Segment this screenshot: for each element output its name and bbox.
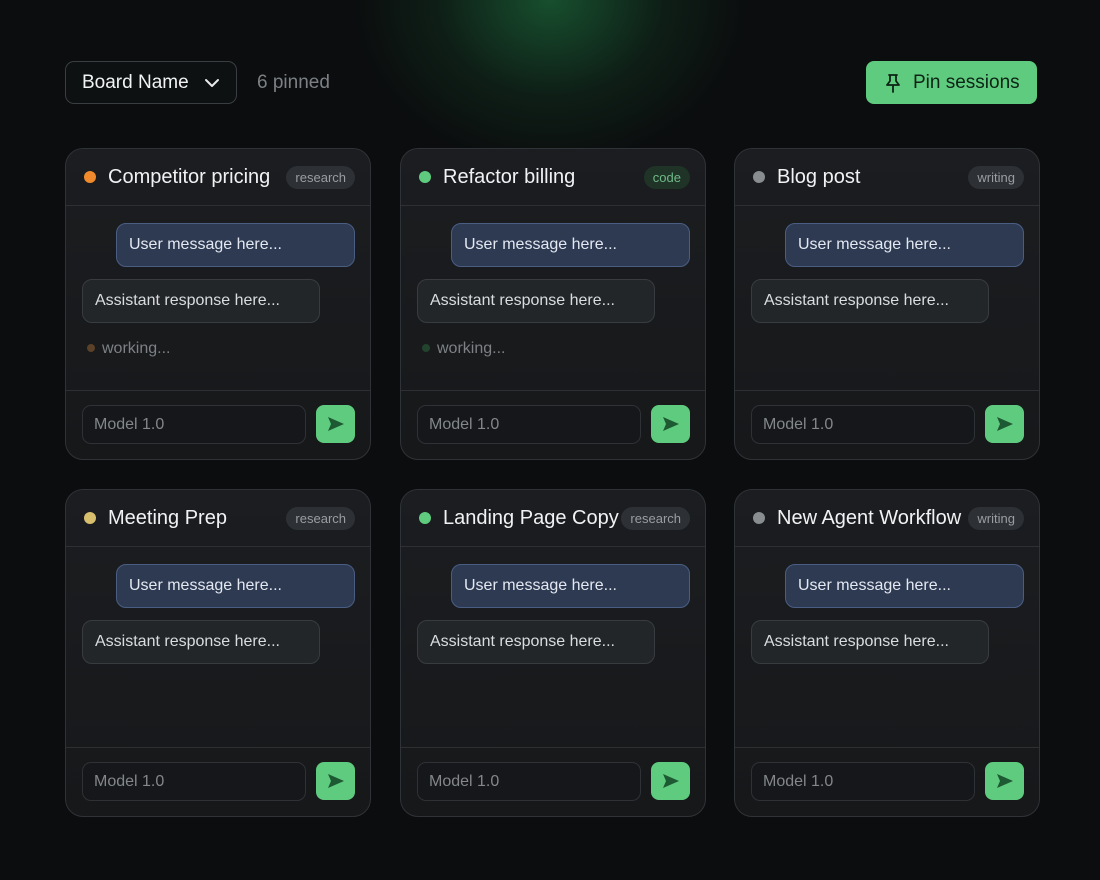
category-tag: research [286, 507, 355, 530]
send-icon [996, 774, 1013, 788]
card-title: Landing Page Copy [443, 507, 619, 529]
status-dot [753, 512, 765, 524]
session-card[interactable]: Competitor pricing research User message… [65, 148, 371, 460]
send-button[interactable] [316, 762, 355, 800]
user-message: User message here... [451, 564, 690, 608]
status-dot [419, 171, 431, 183]
working-status: working... [422, 340, 505, 358]
category-tag: writing [968, 507, 1024, 530]
working-dot [422, 344, 430, 352]
board-name-label: Board Name [82, 71, 189, 93]
send-button[interactable] [985, 405, 1024, 443]
model-input[interactable] [751, 405, 975, 444]
card-header: Refactor billing code [401, 149, 705, 206]
chevron-down-icon [205, 79, 219, 87]
card-footer [66, 390, 370, 459]
assistant-message: Assistant response here... [82, 620, 320, 664]
send-icon [662, 774, 679, 788]
category-tag: research [286, 166, 355, 189]
session-card[interactable]: Refactor billing code User message here.… [400, 148, 706, 460]
send-button[interactable] [651, 762, 690, 800]
user-message: User message here... [116, 223, 355, 267]
pin-sessions-button[interactable]: Pin sessions [866, 61, 1037, 104]
card-header: Blog post writing [735, 149, 1039, 206]
session-card[interactable]: Meeting Prep research User message here.… [65, 489, 371, 817]
working-label: working... [437, 340, 506, 357]
board-header: Board Name 6 pinned Pin sessions [65, 61, 1037, 104]
user-message: User message here... [785, 223, 1024, 267]
card-footer [735, 747, 1039, 816]
user-message: User message here... [785, 564, 1024, 608]
send-button[interactable] [651, 405, 690, 443]
card-title: Refactor billing [443, 166, 576, 188]
model-input[interactable] [82, 405, 306, 444]
pin-sessions-label: Pin sessions [913, 71, 1020, 93]
card-footer [401, 390, 705, 459]
card-title: Competitor pricing [108, 166, 271, 188]
status-dot [84, 171, 96, 183]
send-icon [662, 417, 679, 431]
session-card[interactable]: New Agent Workflow writing User message … [734, 489, 1040, 817]
send-icon [327, 774, 344, 788]
model-input[interactable] [751, 762, 975, 801]
assistant-message: Assistant response here... [417, 620, 655, 664]
user-message: User message here... [116, 564, 355, 608]
send-icon [327, 417, 344, 431]
pin-icon [886, 73, 900, 93]
assistant-message: Assistant response here... [751, 620, 989, 664]
model-input[interactable] [82, 762, 306, 801]
status-dot [84, 512, 96, 524]
send-icon [996, 417, 1013, 431]
card-footer [401, 747, 705, 816]
category-tag: writing [968, 166, 1024, 189]
card-header: Landing Page Copy research [401, 490, 705, 547]
assistant-message: Assistant response here... [82, 279, 320, 323]
card-title: Blog post [777, 166, 861, 188]
category-tag: research [621, 507, 690, 530]
working-dot [87, 344, 95, 352]
pinned-count: 6 pinned [257, 72, 330, 93]
card-header: Meeting Prep research [66, 490, 370, 547]
session-card[interactable]: Landing Page Copy research User message … [400, 489, 706, 817]
status-dot [753, 171, 765, 183]
assistant-message: Assistant response here... [751, 279, 989, 323]
card-footer [735, 390, 1039, 459]
status-dot [419, 512, 431, 524]
model-input[interactable] [417, 762, 641, 801]
assistant-message: Assistant response here... [417, 279, 655, 323]
send-button[interactable] [985, 762, 1024, 800]
card-title: Meeting Prep [108, 507, 227, 529]
card-header: Competitor pricing research [66, 149, 370, 206]
working-status: working... [87, 340, 170, 358]
board-name-dropdown[interactable]: Board Name [65, 61, 237, 104]
session-card[interactable]: Blog post writing User message here... A… [734, 148, 1040, 460]
card-title: New Agent Workflow [777, 507, 962, 529]
card-header: New Agent Workflow writing [735, 490, 1039, 547]
card-footer [66, 747, 370, 816]
send-button[interactable] [316, 405, 355, 443]
category-tag: code [643, 166, 690, 189]
model-input[interactable] [417, 405, 641, 444]
user-message: User message here... [451, 223, 690, 267]
working-label: working... [102, 340, 171, 357]
